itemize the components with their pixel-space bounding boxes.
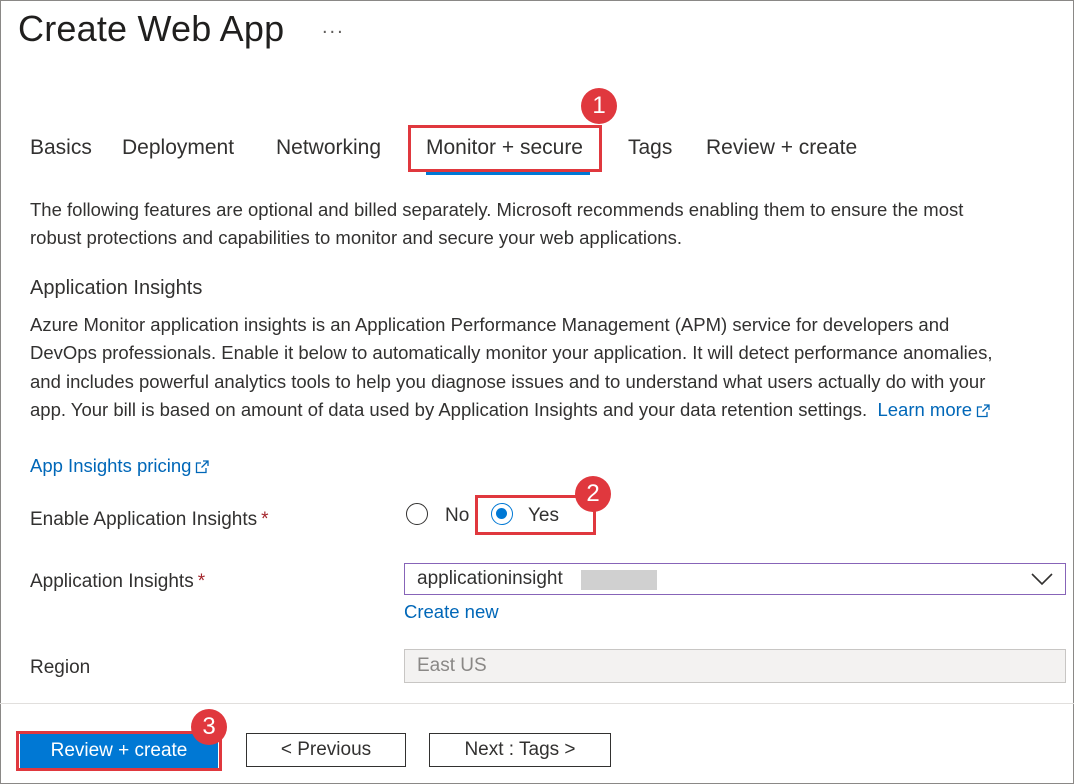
tab-review-create[interactable]: Review + create (706, 136, 857, 160)
external-link-icon (196, 460, 210, 474)
tab-deployment[interactable]: Deployment (122, 136, 234, 160)
page-title: Create Web App (18, 8, 285, 49)
radio-yes-label[interactable]: Yes (528, 505, 559, 527)
callout-badge-3: 3 (191, 709, 227, 745)
region-value: East US (417, 655, 487, 676)
app-insights-pricing-link[interactable]: App Insights pricing (30, 452, 210, 480)
insights-label-text: Application Insights (30, 571, 194, 592)
redacted-text (581, 570, 657, 590)
app-insights-label: Application Insights * (30, 571, 205, 593)
dropdown-value: applicationinsight (417, 568, 563, 589)
tab-bar: Basics Deployment Networking Monitor + s… (0, 136, 1074, 176)
region-label: Region (30, 657, 91, 678)
external-link-icon (976, 404, 990, 418)
description-line: DevOps professionals. Enable it below to… (30, 342, 993, 364)
tab-basics[interactable]: Basics (30, 136, 92, 160)
description-line: app. Your bill is based on amount of dat… (30, 399, 868, 421)
radio-no-label[interactable]: No (445, 505, 469, 527)
region-field: East US (404, 649, 1066, 683)
intro-line: robust protections and capabilities to m… (30, 227, 682, 249)
app-insights-dropdown[interactable]: applicationinsight (404, 563, 1066, 595)
more-options-icon[interactable]: ... (322, 16, 345, 39)
description-line: and includes powerful analytics tools to… (30, 370, 986, 392)
create-new-link[interactable]: Create new (404, 598, 499, 626)
learn-more-link[interactable]: Learn more (877, 399, 990, 420)
required-marker: * (197, 571, 206, 592)
tab-tags[interactable]: Tags (628, 136, 672, 160)
review-create-button[interactable]: Review + create (20, 734, 218, 768)
next-tags-button[interactable]: Next : Tags > (429, 733, 611, 767)
footer-divider (0, 703, 1074, 704)
description-line: Azure Monitor application insights is an… (30, 314, 950, 335)
chevron-down-icon (1031, 573, 1053, 586)
pricing-link-label: App Insights pricing (30, 455, 192, 476)
required-marker: * (261, 509, 269, 530)
tab-monitor-secure[interactable]: Monitor + secure (426, 136, 583, 160)
app-insights-description: Azure Monitor application insights is an… (30, 311, 992, 425)
radio-yes[interactable] (491, 503, 513, 525)
learn-more-label: Learn more (877, 399, 973, 421)
intro-text: The following features are optional and … (30, 196, 963, 253)
enable-app-insights-label: Enable Application Insights * (30, 509, 269, 531)
section-heading: Application Insights (30, 277, 203, 299)
intro-line: The following features are optional and … (30, 199, 964, 220)
tab-networking[interactable]: Networking (276, 136, 381, 160)
callout-badge-2: 2 (575, 476, 611, 512)
callout-badge-1: 1 (581, 88, 617, 124)
previous-button[interactable]: < Previous (246, 733, 406, 767)
enable-label-text: Enable Application Insights (30, 509, 258, 530)
selected-tab-indicator (426, 172, 590, 175)
radio-no[interactable] (406, 503, 428, 525)
